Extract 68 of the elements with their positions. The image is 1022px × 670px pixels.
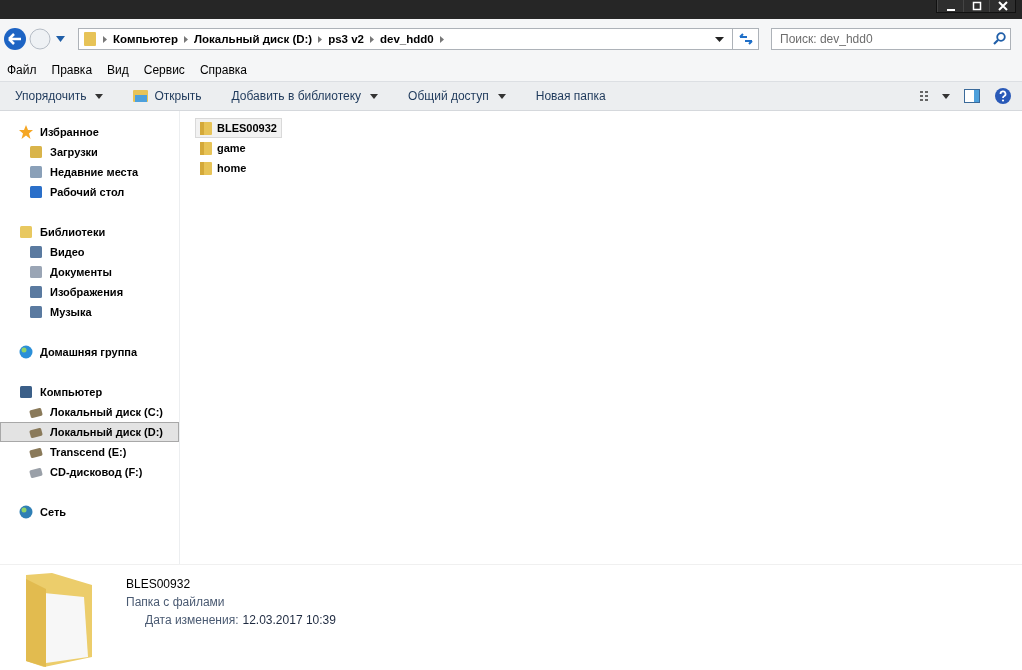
chevron-icon — [103, 35, 107, 43]
item-type: Папка с файлами — [126, 595, 226, 609]
chevron-icon — [439, 35, 444, 43]
folder-icon — [199, 140, 213, 156]
nav-item[interactable]: Музыка — [0, 302, 179, 322]
minimize-icon — [946, 8, 955, 11]
folder-icon — [83, 31, 97, 47]
maximize-icon — [971, 1, 982, 11]
nav-item[interactable]: Изображения — [0, 282, 179, 302]
refresh-icon — [737, 32, 754, 46]
toolbar-menu-button[interactable]: Добавить в библиотеку — [231, 89, 379, 103]
nav-item[interactable]: CD-дисковод (F:) — [0, 462, 179, 482]
maximize-button[interactable] — [963, 0, 989, 12]
folder-icon — [199, 160, 213, 176]
search-icon — [993, 32, 1006, 45]
folder-item[interactable]: home — [195, 158, 252, 178]
chevron-icon — [370, 35, 374, 43]
item-name: BLES00932 — [126, 577, 192, 591]
nav-item[interactable]: Локальный диск (D:) — [0, 422, 179, 442]
nav-item[interactable]: Локальный диск (C:) — [0, 402, 179, 422]
breadcrumb[interactable]: Локальный диск (D:) — [194, 33, 313, 45]
folder-item[interactable]: BLES00932 — [195, 118, 282, 138]
date-modified-label: Дата изменения: — [145, 613, 239, 627]
refresh-button[interactable] — [733, 28, 759, 50]
menu-item[interactable]: Вид — [107, 63, 129, 77]
nav-item[interactable]: Избранное — [0, 122, 179, 142]
nav-item[interactable]: Компьютер — [0, 382, 179, 402]
breadcrumb[interactable]: dev_hdd0 — [380, 33, 434, 45]
breadcrumb[interactable]: ps3 v2 — [328, 33, 364, 45]
nav-item[interactable]: Загрузки — [0, 142, 179, 162]
nav-item[interactable]: Недавние места — [0, 162, 179, 182]
minimize-button[interactable] — [937, 0, 963, 12]
help-button[interactable] — [994, 87, 1012, 105]
history-dropdown[interactable] — [53, 36, 68, 42]
breadcrumb[interactable]: Компьютер — [113, 33, 178, 45]
address-bar[interactable]: Компьютер Локальный диск (D:) ps3 v2 dev_hdd0 — [78, 28, 733, 50]
star-icon — [18, 124, 34, 140]
menu-item[interactable]: Правка — [51, 63, 93, 77]
preview-pane-button[interactable] — [964, 89, 980, 103]
menu-item[interactable]: Файл — [7, 63, 37, 77]
menu-item[interactable]: Справка — [199, 63, 247, 77]
nav-item[interactable]: Документы — [0, 262, 179, 282]
nav-item[interactable]: Домашняя группа — [0, 342, 179, 362]
nav-item[interactable]: Библиотеки — [0, 222, 179, 242]
menu-item[interactable]: Сервис — [143, 63, 185, 77]
back-button[interactable] — [3, 27, 27, 51]
toolbar-menu-button[interactable]: Общий доступ — [408, 89, 506, 103]
caret-icon — [95, 93, 104, 99]
caret-icon — [497, 93, 506, 99]
chevron-icon — [184, 35, 188, 43]
new-folder-button[interactable]: Новая папка — [535, 89, 606, 103]
folder-item[interactable]: game — [195, 138, 251, 158]
nav-item[interactable]: Видео — [0, 242, 179, 262]
date-modified-value: 12.03.2017 10:39 — [242, 613, 336, 627]
help-icon — [994, 87, 1012, 105]
close-icon — [997, 1, 1008, 11]
close-button[interactable] — [989, 0, 1015, 12]
chevron-icon — [318, 35, 323, 43]
toolbar-menu-button[interactable]: Упорядочить — [15, 89, 104, 103]
caret-icon — [370, 93, 379, 99]
nav-item[interactable]: Рабочий стол — [0, 182, 179, 202]
folder-icon — [133, 89, 150, 103]
view-options-button[interactable] — [920, 90, 950, 102]
search-field[interactable]: Поиск: dev_hdd0 — [771, 28, 1011, 50]
open-button[interactable]: Открыть — [133, 89, 202, 103]
nav-item[interactable]: Сеть — [0, 502, 179, 522]
folder-icon — [199, 120, 213, 136]
nav-item[interactable]: Transcend (E:) — [0, 442, 179, 462]
